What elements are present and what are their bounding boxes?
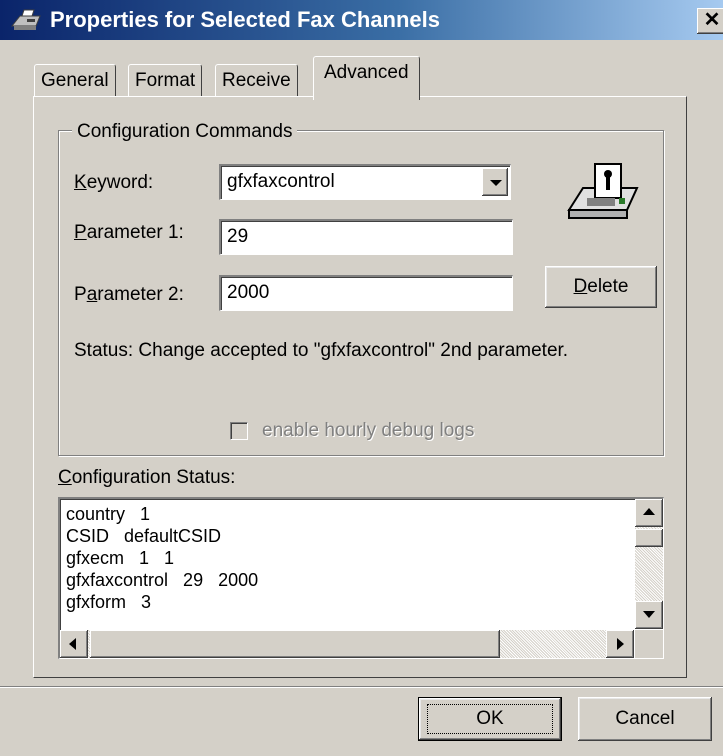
- close-button[interactable]: ✕: [697, 8, 723, 34]
- configuration-status-list[interactable]: country 1 CSID defaultCSID gfxecm 1 1 gf…: [58, 497, 664, 659]
- title-bar: Properties for Selected Fax Channels ✕: [0, 0, 723, 40]
- vertical-scroll-thumb[interactable]: [635, 529, 663, 547]
- scrollbar-corner: [635, 630, 663, 658]
- list-item: CSID defaultCSID: [66, 526, 222, 546]
- focus-rectangle: [427, 704, 553, 734]
- keyword-value: gfxfaxcontrol: [227, 171, 335, 192]
- list-item: gfxecm 1 1: [66, 548, 175, 568]
- scroll-up-icon[interactable]: [635, 499, 663, 527]
- keyword-combobox[interactable]: gfxfaxcontrol: [219, 164, 511, 200]
- close-icon: ✕: [703, 9, 721, 31]
- fax-machine-icon: [10, 8, 44, 38]
- vertical-scrollbar[interactable]: [635, 499, 663, 629]
- horizontal-scroll-thumb[interactable]: [90, 630, 500, 658]
- parameter-2-input[interactable]: 2000: [219, 275, 513, 311]
- dialog-divider: [0, 686, 723, 688]
- cancel-button[interactable]: Cancel: [578, 697, 712, 741]
- horizontal-scrollbar[interactable]: [60, 630, 634, 658]
- parameter-1-label: Parameter 1:: [74, 222, 184, 243]
- chevron-down-icon[interactable]: [482, 168, 508, 196]
- tab-receive[interactable]: Receive: [215, 64, 298, 98]
- ok-button[interactable]: OK: [418, 697, 562, 741]
- scroll-left-icon[interactable]: [60, 630, 88, 658]
- list-item: country 1: [66, 504, 151, 524]
- delete-button[interactable]: Delete: [545, 266, 657, 308]
- parameter-1-input[interactable]: 29: [219, 219, 513, 255]
- window-title: Properties for Selected Fax Channels: [50, 7, 441, 32]
- keyword-label: Keyword:: [74, 172, 154, 193]
- debug-logs-checkbox[interactable]: [230, 422, 248, 440]
- scroll-right-icon[interactable]: [606, 630, 634, 658]
- debug-logs-label: enable hourly debug logs: [262, 420, 475, 441]
- parameter-2-label: Parameter 2:: [74, 284, 184, 305]
- configuration-commands-label: Configuration Commands: [72, 122, 298, 142]
- scroll-down-icon[interactable]: [635, 601, 663, 629]
- configuration-status-label: Configuration Status:: [58, 467, 236, 488]
- list-item: gfxfaxcontrol 29 2000: [66, 570, 259, 590]
- fax-machine-icon: [565, 160, 641, 236]
- tab-general[interactable]: General: [34, 64, 116, 98]
- list-item: gfxform 3: [66, 592, 152, 612]
- status-text: Status: Change accepted to "gfxfaxcontro…: [74, 340, 569, 361]
- tab-format[interactable]: Format: [128, 64, 203, 98]
- tab-advanced[interactable]: Advanced: [313, 56, 420, 100]
